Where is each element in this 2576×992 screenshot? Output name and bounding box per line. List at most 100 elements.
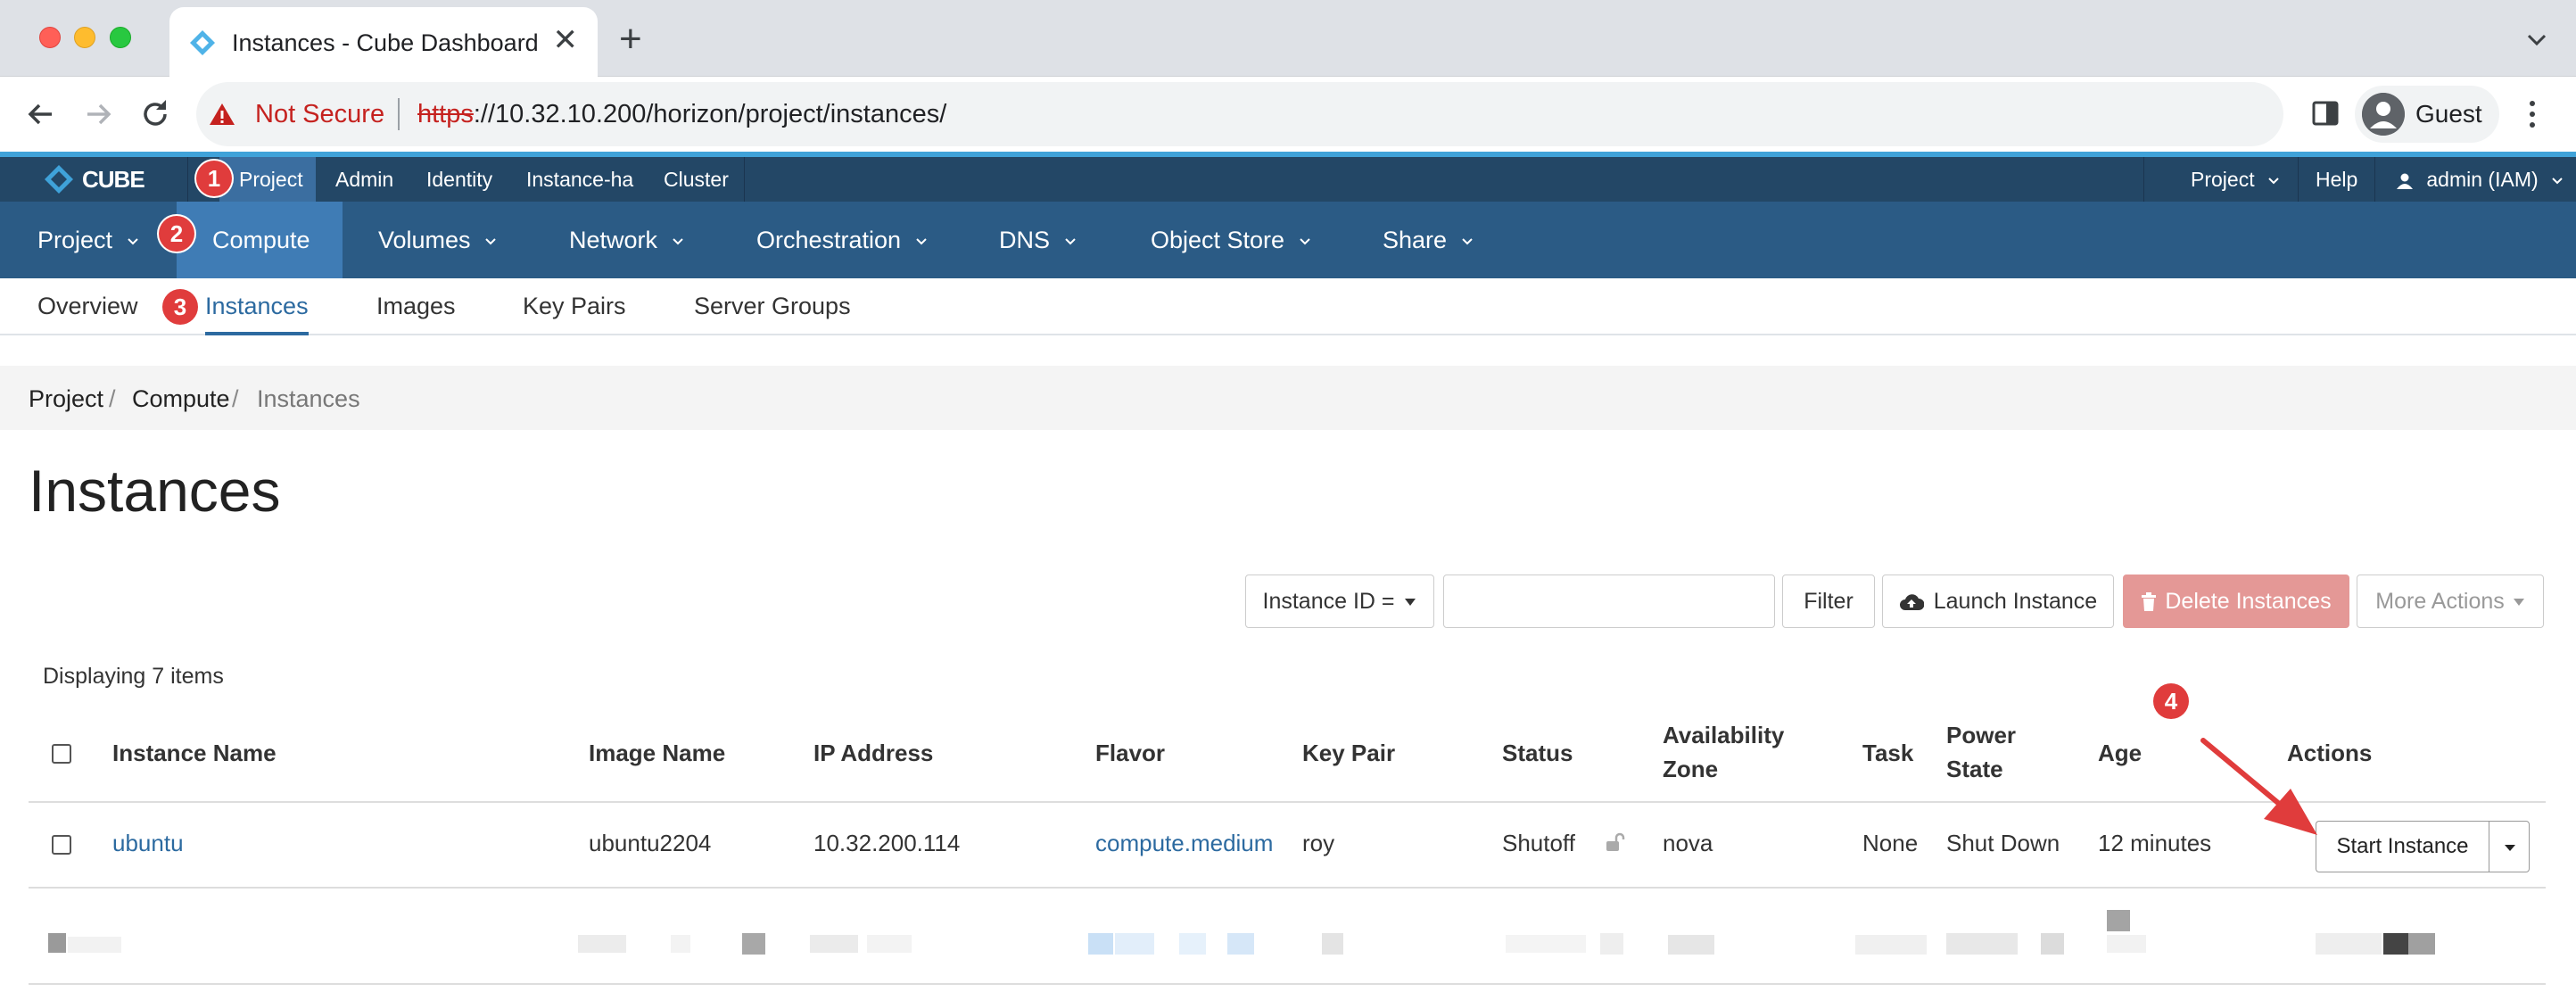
table-row <box>29 889 2546 985</box>
topnav-divider <box>2143 157 2144 202</box>
secnav-orchestration[interactable]: Orchestration <box>721 202 963 278</box>
browser-tab[interactable]: Instances - Cube Dashboard ✕ <box>169 7 598 77</box>
blurred-cell <box>68 937 121 953</box>
row-checkbox[interactable] <box>52 835 71 855</box>
address-bar[interactable]: Not Secure https://10.32.10.200/horizon/… <box>196 82 2283 146</box>
col-power-state-line1[interactable]: Power <box>1946 719 2016 751</box>
topnav-identity[interactable]: Identity <box>407 157 512 202</box>
breadcrumb: Project / Compute / Instances <box>0 366 2576 430</box>
row-actions-dropdown[interactable] <box>2489 821 2530 872</box>
service-navbar: Project Compute Volumes Network Orchestr… <box>0 202 2576 278</box>
tab-close-icon[interactable]: ✕ <box>553 25 579 55</box>
item-count: Displaying 7 items <box>43 664 224 689</box>
secnav-share[interactable]: Share <box>1347 202 1509 278</box>
filter-field-select[interactable]: Instance ID = <box>1245 575 1434 628</box>
window-minimize-button[interactable] <box>74 27 95 48</box>
breadcrumb-compute[interactable]: Compute <box>132 385 230 413</box>
delete-instances-button[interactable]: Delete Instances <box>2123 575 2349 628</box>
topnav-project-dropdown[interactable]: Project <box>2171 157 2299 202</box>
subnav-instances[interactable]: Instances <box>205 278 309 335</box>
subnav-overview[interactable]: Overview <box>37 278 138 335</box>
secnav-orchestration-label: Orchestration <box>756 227 902 253</box>
blurred-cell <box>1668 935 1714 955</box>
blurred-cell <box>1322 933 1343 955</box>
col-instance-name[interactable]: Instance Name <box>112 737 277 769</box>
filter-button[interactable]: Filter <box>1782 575 1875 628</box>
chevron-down-icon <box>485 238 496 245</box>
secnav-project-label: Project <box>37 227 113 253</box>
caret-down-icon <box>2505 845 2515 851</box>
warning-triangle-icon <box>210 103 235 125</box>
url-path: ://10.32.10.200/horizon/project/instance… <box>473 100 947 128</box>
launch-instance-label: Launch Instance <box>1933 589 2098 614</box>
availability-zone: nova <box>1663 830 1713 856</box>
instance-name-link[interactable]: ubuntu <box>112 830 184 857</box>
unlock-icon[interactable] <box>1604 831 1625 853</box>
secnav-volumes-label: Volumes <box>378 227 471 253</box>
flavor-link[interactable]: compute.medium <box>1095 830 1273 857</box>
topnav-instance-ha[interactable]: Instance-ha <box>507 157 653 202</box>
subnav-server-groups[interactable]: Server Groups <box>694 278 851 335</box>
table-row: ubuntu ubuntu2204 10.32.200.114 compute.… <box>29 803 2546 889</box>
col-actions: Actions <box>2287 740 2373 766</box>
reload-icon[interactable] <box>136 95 175 134</box>
launch-instance-button[interactable]: Launch Instance <box>1882 575 2114 628</box>
window-zoom-button[interactable] <box>110 27 131 48</box>
secnav-object-store[interactable]: Object Store <box>1115 202 1347 278</box>
secnav-network[interactable]: Network <box>533 202 720 278</box>
col-flavor[interactable]: Flavor <box>1095 737 1165 769</box>
caret-down-icon <box>2513 599 2524 607</box>
col-power-state-line2[interactable]: State <box>1946 753 2003 785</box>
breadcrumb-project[interactable]: Project <box>29 385 103 413</box>
blurred-cell <box>48 933 66 953</box>
step-badge-2: 2 <box>159 216 194 252</box>
col-key-pair[interactable]: Key Pair <box>1302 737 1395 769</box>
start-instance-button[interactable]: Start Instance <box>2316 821 2489 872</box>
blurred-cell <box>867 935 912 953</box>
subnav-images[interactable]: Images <box>376 278 456 335</box>
filter-field-label: Instance ID = <box>1262 589 1395 614</box>
url-text[interactable]: https://10.32.10.200/horizon/project/ins… <box>417 100 946 129</box>
more-actions-button[interactable]: More Actions <box>2357 575 2544 628</box>
topnav-user-menu[interactable]: admin (IAM) <box>2376 157 2576 202</box>
secnav-dns[interactable]: DNS <box>963 202 1112 278</box>
topnav-divider <box>744 157 745 202</box>
select-all-checkbox[interactable] <box>52 744 71 764</box>
table-header: Instance Name Image Name IP Address Flav… <box>29 712 2546 803</box>
col-ip-address[interactable]: IP Address <box>813 737 933 769</box>
step-badge-1: 1 <box>196 161 232 196</box>
filter-input[interactable] <box>1443 575 1775 628</box>
topnav-cluster[interactable]: Cluster <box>644 157 748 202</box>
topnav-help[interactable]: Help <box>2296 157 2377 202</box>
topnav-project[interactable]: Project <box>219 157 316 202</box>
window-close-button[interactable] <box>39 27 61 48</box>
subnav-key-pairs[interactable]: Key Pairs <box>523 278 626 335</box>
back-arrow-icon[interactable] <box>21 95 61 134</box>
secnav-compute[interactable]: Compute <box>177 202 343 278</box>
col-age[interactable]: Age <box>2098 737 2142 769</box>
forward-arrow-icon[interactable] <box>78 95 118 134</box>
age: 12 minutes <box>2098 830 2212 856</box>
user-label: admin (IAM) <box>2426 168 2539 191</box>
browser-menu-icon[interactable] <box>2519 96 2546 132</box>
col-status[interactable]: Status <box>1502 737 1573 769</box>
key-pair: roy <box>1302 830 1335 856</box>
caret-down-icon <box>1405 599 1416 607</box>
blurred-cell <box>1855 935 1927 955</box>
secnav-project[interactable]: Project <box>2 202 175 278</box>
profile-chip[interactable]: Guest <box>2355 86 2499 143</box>
col-image-name[interactable]: Image Name <box>589 737 725 769</box>
col-availability-zone-line2[interactable]: Zone <box>1663 753 1718 785</box>
guest-avatar-icon <box>2362 93 2405 136</box>
topnav-admin[interactable]: Admin <box>316 157 413 202</box>
not-secure-label[interactable]: Not Secure <box>255 100 384 129</box>
side-panel-icon[interactable] <box>2310 98 2341 128</box>
new-tab-button[interactable]: + <box>619 20 642 59</box>
tab-search-chevron-icon[interactable] <box>2524 27 2549 52</box>
col-availability-zone-line1[interactable]: Availability <box>1663 719 1784 751</box>
secnav-volumes[interactable]: Volumes <box>343 202 533 278</box>
blurred-cell <box>2316 933 2382 955</box>
compute-subnav: Overview Instances Images Key Pairs Serv… <box>0 278 2576 335</box>
col-task[interactable]: Task <box>1862 737 1913 769</box>
blurred-cell <box>2107 935 2146 953</box>
